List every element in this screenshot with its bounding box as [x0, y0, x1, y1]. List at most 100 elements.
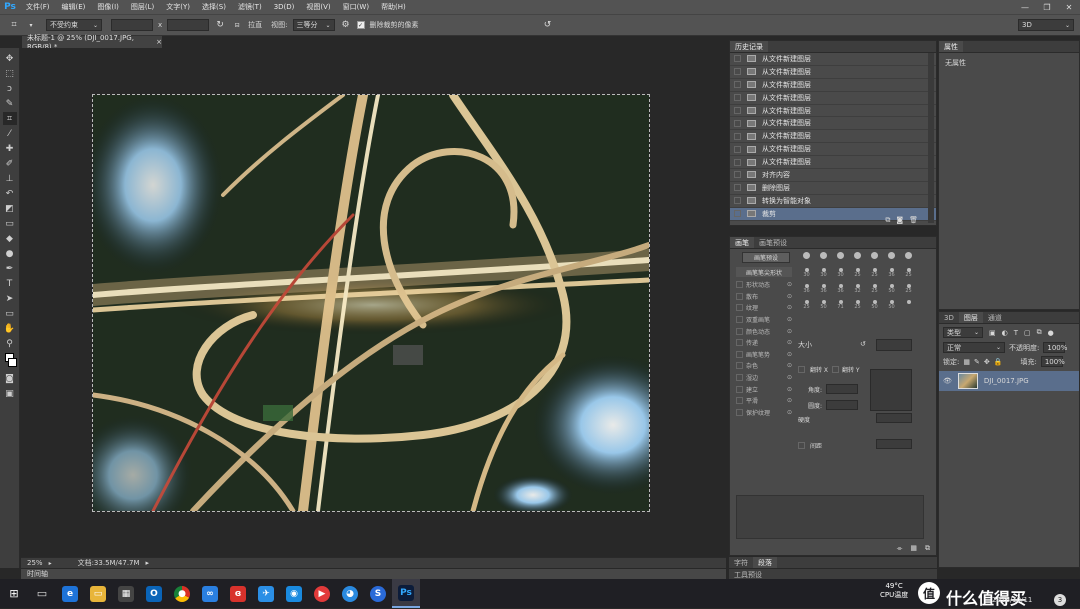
history-brush-tool-icon[interactable]: ↶ — [3, 187, 17, 200]
hand-tool-icon[interactable]: ✋ — [3, 322, 17, 335]
brush-option-checkbox[interactable] — [736, 304, 743, 312]
filter-type-icon[interactable]: T — [1014, 329, 1018, 337]
brush-tip-cell[interactable] — [815, 252, 832, 266]
menu-file[interactable]: 文件(F) — [20, 2, 56, 12]
straighten-label[interactable]: 拉直 — [248, 20, 262, 30]
pen-tool-icon[interactable]: ✒ — [3, 262, 17, 275]
reset-icon[interactable]: ↺ — [542, 19, 554, 31]
baidu-netdisk-icon[interactable]: ∞ — [196, 579, 224, 608]
history-snapshot-box[interactable] — [734, 197, 741, 205]
straighten-icon[interactable]: ⊟ — [231, 19, 243, 31]
photoshop-taskbar-icon[interactable]: Ps — [392, 579, 420, 608]
screen-mode-icon[interactable]: ▣ — [3, 387, 17, 400]
brush-tip-cell[interactable]: 36 — [798, 284, 815, 298]
tab-layers[interactable]: 图层 — [958, 312, 983, 323]
layer-filter-select[interactable]: 类型 — [943, 327, 983, 338]
brush-tip-cell[interactable]: 50 — [883, 284, 900, 298]
document-tab[interactable]: 未标题-1 @ 25% (DJI_0017.JPG, RGB/8) * × — [22, 34, 162, 51]
workspace-select[interactable]: 3D — [1018, 19, 1074, 31]
brush-option-item[interactable]: 平滑 ⊙ — [736, 395, 792, 407]
brush-tip-cell[interactable]: 25 — [900, 268, 917, 282]
size-field[interactable] — [876, 339, 912, 351]
swap-icon[interactable]: ↻ — [214, 19, 226, 31]
tab-channels[interactable]: 通道 — [983, 312, 1007, 323]
brush-tip-cell[interactable]: 25 — [900, 284, 917, 298]
history-snapshot-box[interactable] — [734, 145, 741, 153]
history-item[interactable]: 从文件新建图层 — [730, 117, 936, 131]
eraser-tool-icon[interactable]: ◩ — [3, 202, 17, 215]
move-tool-icon[interactable]: ✥ — [3, 52, 17, 65]
brush-option-checkbox[interactable] — [736, 397, 743, 405]
color-swatches-icon[interactable] — [3, 352, 17, 370]
menu-type[interactable]: 文字(Y) — [160, 2, 196, 12]
brush-tip-cell[interactable]: 71 — [832, 300, 849, 314]
gear-icon[interactable]: ⚙ — [340, 19, 352, 31]
lock-icon[interactable]: ⊙ — [787, 386, 792, 393]
delete-cropped-checkbox[interactable]: ✓ — [356, 21, 365, 29]
blend-mode-select[interactable]: 正常 — [943, 342, 1005, 353]
brush-tip-cell[interactable]: 25 — [849, 300, 866, 314]
filter-adjust-icon[interactable]: ◐ — [1002, 329, 1008, 337]
tab-3d[interactable]: 3D — [939, 312, 959, 323]
menu-image[interactable]: 图像(I) — [91, 2, 125, 12]
brush-tip-cell[interactable] — [866, 252, 883, 266]
layer-name[interactable]: DJI_0017.JPG — [984, 377, 1029, 385]
lock-icon[interactable]: ⊙ — [787, 374, 792, 381]
brush-option-checkbox[interactable] — [736, 316, 743, 324]
brush-tip-cell[interactable]: 25 — [798, 300, 815, 314]
tab-paragraph[interactable]: 段落 — [753, 557, 777, 568]
brush-option-checkbox[interactable] — [736, 339, 743, 347]
brush-option-checkbox[interactable] — [736, 362, 743, 370]
camera-app-icon[interactable]: ◉ — [280, 579, 308, 608]
quick-mask-icon[interactable]: ◙ — [3, 372, 17, 385]
lock-icon[interactable]: ⊙ — [787, 351, 792, 358]
brush-option-item[interactable]: 传递 ⊙ — [736, 337, 792, 349]
history-snapshot-box[interactable] — [734, 55, 741, 63]
filter-smart-icon[interactable]: ⧉ — [1037, 328, 1042, 337]
brush-tip-shape[interactable]: 画笔笔尖形状 — [736, 267, 792, 277]
stamp-tool-icon[interactable]: ⊥ — [3, 172, 17, 185]
new-document-from-state-icon[interactable]: ⧉ — [885, 216, 890, 225]
brush-option-item[interactable]: 双重画笔 ⊙ — [736, 314, 792, 326]
zoom-level[interactable]: 25% — [27, 559, 43, 567]
brush-option-checkbox[interactable] — [736, 281, 743, 289]
brush-option-item[interactable]: 杂色 ⊙ — [736, 360, 792, 372]
tab-brush[interactable]: 画笔 — [730, 237, 754, 248]
feishu-bird-icon[interactable]: ✈ — [252, 579, 280, 608]
history-item[interactable]: 从文件新建图层 — [730, 105, 936, 118]
path-select-tool-icon[interactable]: ➤ — [3, 292, 17, 305]
dodge-tool-icon[interactable]: ● — [3, 247, 17, 260]
snapshot-icon[interactable]: ◙ — [896, 216, 903, 225]
zoom-tool-icon[interactable]: ⚲ — [3, 337, 17, 350]
brush-option-item[interactable]: 形状动态 ⊙ — [736, 279, 792, 291]
brush-tip-cell[interactable]: 32 — [849, 284, 866, 298]
timeline-panel[interactable]: 时间轴 — [21, 569, 726, 579]
history-snapshot-box[interactable] — [734, 94, 741, 102]
roundness-field[interactable] — [826, 400, 858, 410]
brush-tool-icon[interactable]: ✐ — [3, 157, 17, 170]
lock-all-icon[interactable]: 🔒 — [994, 358, 1003, 366]
brush-tip-cell[interactable]: 36 — [832, 284, 849, 298]
tool-preset-dropdown-icon[interactable]: ▾ — [25, 19, 37, 31]
flip-x-checkbox[interactable] — [798, 366, 805, 373]
history-scrollbar[interactable] — [928, 53, 934, 223]
healing-tool-icon[interactable]: ✚ — [3, 142, 17, 155]
brush-tip-cell[interactable]: 25 — [866, 268, 883, 282]
brush-grid-icon[interactable]: ▦ — [910, 544, 917, 553]
history-snapshot-box[interactable] — [734, 132, 741, 140]
history-item[interactable]: 从文件新建图层 — [730, 92, 936, 105]
view-select[interactable]: 三等分 — [292, 19, 335, 31]
brush-option-item[interactable]: 颜色动态 ⊙ — [736, 325, 792, 337]
hardness-field[interactable] — [876, 413, 912, 423]
menu-view[interactable]: 视图(V) — [300, 2, 336, 12]
brush-option-item[interactable]: 保护纹理 ⊙ — [736, 407, 792, 419]
history-item[interactable]: 从文件新建图层 — [730, 79, 936, 92]
notification-badge[interactable]: 3 — [1054, 594, 1066, 606]
brush-tip-cell[interactable]: 50 — [866, 300, 883, 314]
lock-position-icon[interactable]: ✥ — [984, 358, 990, 366]
brush-option-item[interactable]: 建立 ⊙ — [736, 383, 792, 395]
lock-icon[interactable]: ⊙ — [787, 362, 792, 369]
visibility-eye-icon[interactable]: 👁 — [943, 377, 952, 385]
history-item[interactable]: 删除图层 — [730, 182, 936, 195]
height-field[interactable] — [167, 19, 210, 31]
